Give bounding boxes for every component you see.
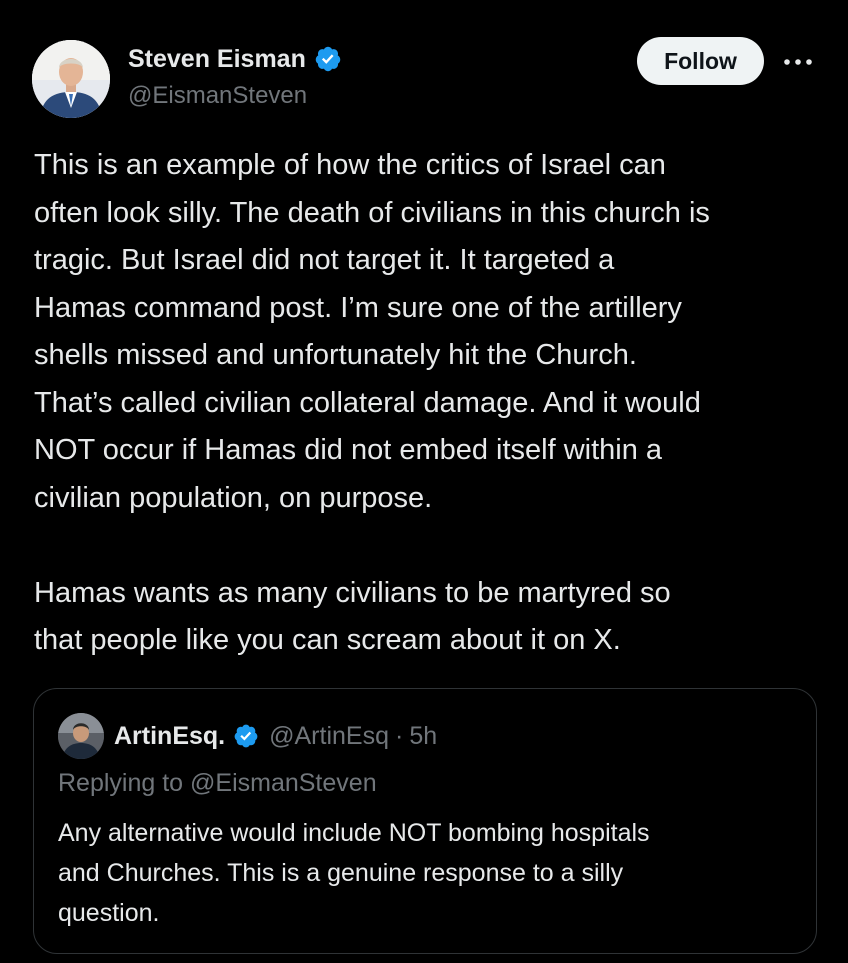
replying-to-label[interactable]: Replying to @EismanSteven: [58, 769, 377, 798]
quote-line: Any alternative would include NOT bombin…: [58, 819, 650, 847]
quote-text: Any alternative would include NOT bombin…: [58, 813, 798, 933]
quote-line: question.: [58, 899, 160, 927]
quote-verified-badge-icon[interactable]: [233, 723, 259, 749]
tweet-text: This is an example of how the critics of…: [34, 142, 824, 665]
tweet-line: This is an example of how the critics of…: [34, 149, 666, 181]
author-display-name[interactable]: Steven Eisman: [128, 45, 306, 74]
tweet-line: shells missed and unfortunately hit the …: [34, 339, 637, 371]
avatar-photo: [32, 40, 110, 118]
quote-display-name[interactable]: ArtinEsq.: [114, 722, 225, 751]
quote-avatar-photo: [58, 713, 104, 759]
quote-handle[interactable]: @ArtinEsq: [269, 722, 389, 751]
quote-header: ArtinEsq. @ArtinEsq · 5h: [114, 717, 437, 755]
tweet-line: Hamas wants as many civilians to be mart…: [34, 576, 671, 609]
tweet-line: often look silly. The death of civilians…: [34, 196, 710, 229]
quote-avatar[interactable]: [58, 713, 104, 759]
more-icon[interactable]: [780, 50, 816, 74]
tweet-line: Hamas command post. I’m sure one of the …: [34, 291, 682, 324]
author-name-row: Steven Eisman: [128, 42, 342, 76]
tweet-line: that people like you can scream about it…: [34, 624, 621, 656]
verified-badge-icon[interactable]: [314, 45, 342, 73]
tweet-line: tragic. But Israel did not target it. It…: [34, 244, 615, 276]
tweet-line: civilian population, on purpose.: [34, 481, 433, 514]
quote-separator: ·: [395, 721, 404, 750]
tweet-line: NOT occur if Hamas did not embed itself …: [34, 434, 663, 466]
quote-timestamp[interactable]: 5h: [409, 722, 437, 751]
author-handle[interactable]: @EismanSteven: [128, 82, 307, 110]
follow-button[interactable]: Follow: [637, 37, 764, 85]
quote-line: and Churches. This is a genuine response…: [58, 859, 624, 887]
author-avatar[interactable]: [32, 40, 110, 118]
quoted-tweet-card[interactable]: ArtinEsq. @ArtinEsq · 5h Replying to @Ei…: [33, 688, 817, 954]
tweet-line: That’s called civilian collateral damage…: [34, 386, 701, 419]
